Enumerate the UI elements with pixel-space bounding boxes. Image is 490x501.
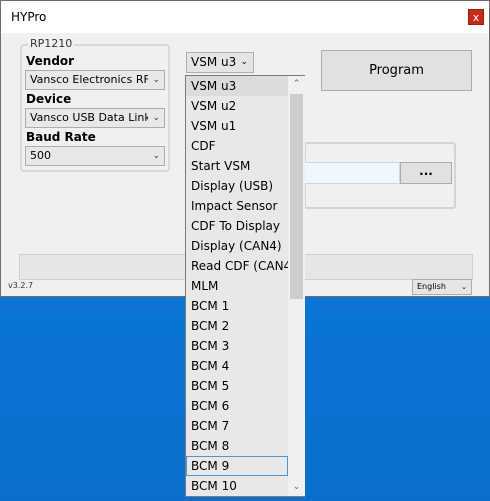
dropdown-item[interactable]: Read CDF (CAN4) <box>186 256 288 276</box>
language-value: English <box>417 282 446 291</box>
device-value: Vansco USB Data Link <box>30 111 148 124</box>
rp1210-group: RP1210 Vendor Vansco Electronics RF ⌄ De… <box>20 37 170 172</box>
baud-rate-value: 500 <box>30 149 51 162</box>
dropdown-item[interactable]: Display (CAN4) <box>186 236 288 256</box>
language-select[interactable]: English ⌄ <box>412 279 472 295</box>
dropdown-item[interactable]: Display (USB) <box>186 176 288 196</box>
baud-rate-select[interactable]: 500 ⌄ <box>25 146 165 166</box>
vendor-label: Vendor <box>26 54 75 68</box>
version-label: v3.2.7 <box>8 281 34 290</box>
title-bar: HYPro x <box>1 1 489 33</box>
device-select[interactable]: Vansco USB Data Link ⌄ <box>25 108 165 128</box>
target-select[interactable]: VSM u3 ⌄ <box>186 52 254 73</box>
dropdown-item[interactable]: BCM 8 <box>186 436 288 456</box>
chevron-down-icon[interactable]: ⌄ <box>288 479 305 496</box>
vendor-value: Vansco Electronics RF <box>30 73 148 86</box>
close-button[interactable]: x <box>468 9 484 25</box>
dropdown-item[interactable]: BCM 1 <box>186 296 288 316</box>
dropdown-item[interactable]: BCM 3 <box>186 336 288 356</box>
dropdown-item[interactable]: BCM 9 <box>186 456 288 476</box>
dropdown-item[interactable]: MLM <box>186 276 288 296</box>
dropdown-item[interactable]: BCM 4 <box>186 356 288 376</box>
chevron-down-icon: ⌄ <box>152 151 160 161</box>
dropdown-items: VSM u3 VSM u2 VSM u1 CDF Start VSM Display (U… <box>186 76 288 496</box>
device-label: Device <box>26 92 72 106</box>
dropdown-item[interactable]: CDF To Display <box>186 216 288 236</box>
dropdown-item[interactable]: Start VSM <box>186 156 288 176</box>
chevron-up-icon[interactable]: ⌃ <box>288 76 305 93</box>
dropdown-scrollbar[interactable]: ⌃ ⌄ <box>288 76 305 496</box>
program-button[interactable]: Program <box>321 50 472 91</box>
dropdown-item[interactable]: BCM 6 <box>186 396 288 416</box>
dropdown-item[interactable]: BCM 5 <box>186 376 288 396</box>
baud-rate-label: Baud Rate <box>26 130 96 144</box>
scroll-thumb[interactable] <box>290 94 303 299</box>
target-value: VSM u3 <box>191 55 237 69</box>
dropdown-item[interactable]: BCM 10 <box>186 476 288 496</box>
dropdown-item[interactable]: CDF <box>186 136 288 156</box>
dropdown-item[interactable]: BCM 2 <box>186 316 288 336</box>
close-icon: x <box>472 11 480 24</box>
file-path-input[interactable] <box>304 162 400 184</box>
dropdown-item[interactable]: VSM u3 <box>186 76 288 96</box>
chevron-down-icon: ⌄ <box>461 283 467 291</box>
target-dropdown-list: VSM u3 VSM u2 VSM u1 CDF Start VSM Display (U… <box>185 75 305 497</box>
browse-button[interactable]: ... <box>400 162 452 184</box>
chevron-down-icon: ⌄ <box>152 75 160 85</box>
vendor-select[interactable]: Vansco Electronics RF ⌄ <box>25 70 165 90</box>
rp1210-legend: RP1210 <box>28 37 75 50</box>
dropdown-item[interactable]: Impact Sensor <box>186 196 288 216</box>
dropdown-item[interactable]: BCM 7 <box>186 416 288 436</box>
dropdown-item[interactable]: VSM u2 <box>186 96 288 116</box>
chevron-down-icon: ⌄ <box>240 57 248 67</box>
dropdown-item[interactable]: VSM u1 <box>186 116 288 136</box>
window-title: HYPro <box>11 10 47 24</box>
chevron-down-icon: ⌄ <box>152 113 160 123</box>
